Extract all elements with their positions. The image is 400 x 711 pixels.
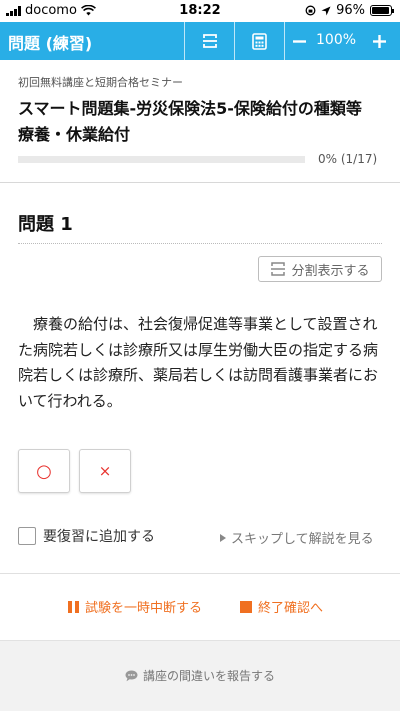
review-checkbox-label: 要復習に追加する [43,529,155,545]
divider [0,573,400,574]
question-text: 療養の給付は、社会復帰促進等事業として設置された病院若しくは診療所又は厚生労働大… [18,315,379,410]
status-bar: docomo 18:22 96% [0,0,400,22]
app-title: 問題 (練習) [8,34,93,53]
report-label: 講座の間違いを報告する [142,669,275,683]
speech-bubble-icon [125,670,138,681]
battery-percent: 96% [336,3,365,18]
finish-label: 終了確認へ [258,601,324,616]
stop-icon [240,600,252,613]
calculator-button[interactable] [235,22,284,60]
report-area: 講座の間違いを報告する [0,640,400,711]
split-display-button[interactable]: 分割表示する [258,256,382,282]
zoom-in-button[interactable] [367,22,391,60]
split-view-button[interactable] [185,22,234,60]
divider [0,182,400,183]
split-view-icon [202,34,217,48]
progress-text: 0% (1/17) [318,152,378,166]
page-title: スマート問題集-労災保険法5-保険給付の種類等 療養・休業給付 [18,99,378,144]
answer-true-label: ○ [36,460,52,482]
divider [284,22,285,60]
review-toggle[interactable]: 要復習に追加する [18,526,155,546]
calculator-icon [252,32,267,50]
dotted-divider [18,243,382,244]
location-icon [321,6,331,15]
answer-false-button[interactable]: × [79,449,131,493]
battery-icon [370,5,394,16]
course-subtitle: 初回無料講座と短期合格セミナー [18,76,183,89]
caret-right-icon [220,533,226,542]
plus-icon [372,34,386,48]
split-view-icon [271,262,286,276]
pause-exam-button[interactable]: 試験を一時中断する [68,597,202,616]
skip-to-explanation-link[interactable]: スキップして解説を見る [220,528,374,547]
app-bar: 問題 (練習) 100% [0,22,400,60]
review-checkbox[interactable] [18,527,36,545]
pause-label: 試験を一時中断する [85,601,203,616]
answer-false-label: × [98,462,112,480]
progress-bar [18,156,305,163]
split-display-label: 分割表示する [291,263,370,279]
minus-icon [292,39,306,43]
answer-true-button[interactable]: ○ [18,449,70,493]
finish-confirm-button[interactable]: 終了確認へ [240,597,323,616]
lock-rotation-icon [305,5,316,16]
report-error-link[interactable]: 講座の間違いを報告する [0,667,400,684]
skip-label: スキップして解説を見る [231,532,374,547]
zoom-out-button[interactable] [287,22,311,60]
zoom-level: 100% [316,32,357,48]
question-heading: 問題 1 [18,214,73,235]
pause-icon [68,600,79,613]
